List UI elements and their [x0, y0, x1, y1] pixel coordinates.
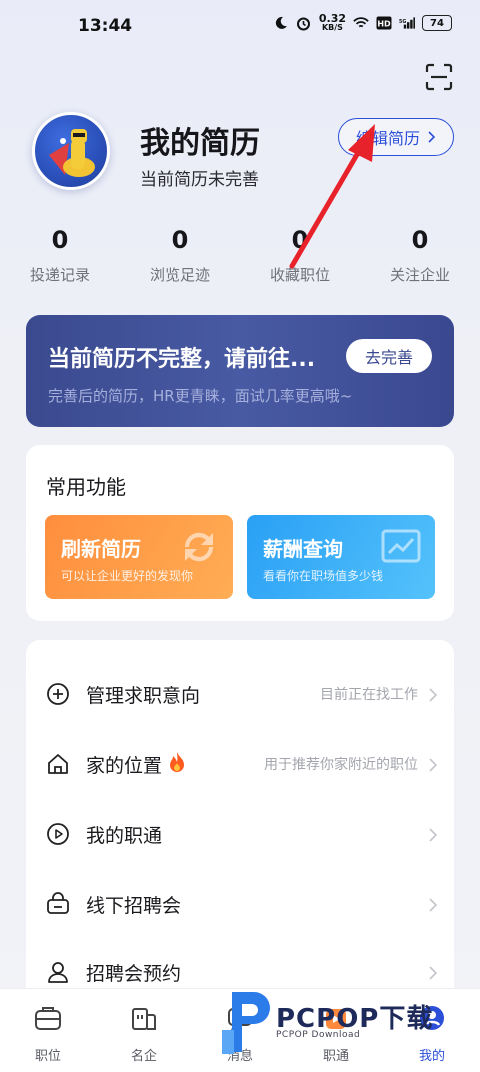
- pcpop-watermark: PCPOP下载 PCPOP Download: [218, 984, 468, 1064]
- stat-label: 投递记录: [29, 266, 90, 284]
- chevron-right-icon: [428, 128, 436, 147]
- edit-resume-button[interactable]: 编辑简历: [338, 118, 454, 156]
- stat-label: 收藏职位: [269, 266, 330, 284]
- svg-text:HD: HD: [377, 20, 391, 29]
- list-item-label: 我的职通: [86, 821, 162, 848]
- chevron-right-icon: [428, 965, 438, 980]
- complete-resume-button[interactable]: 去完善: [346, 339, 432, 373]
- stat-history[interactable]: 0 浏览足迹: [120, 226, 240, 285]
- play-circle-icon: [46, 822, 70, 846]
- salary-query-tile[interactable]: 薪酬查询 看看你在职场值多少钱: [247, 515, 435, 599]
- stat-label: 浏览足迹: [149, 266, 210, 284]
- label-text: 管理求职意向: [86, 684, 201, 707]
- briefcase-icon: [34, 1003, 62, 1033]
- wifi-icon: [353, 15, 369, 31]
- svg-text:5G: 5G: [399, 19, 406, 25]
- battery-icon: 74: [422, 15, 452, 31]
- bag-icon: [46, 892, 70, 916]
- nav-label: 职位: [34, 1049, 61, 1064]
- list-item-label: 线下招聘会: [86, 891, 181, 918]
- common-functions-card: 常用功能 刷新简历 可以让企业更好的发现你 薪酬查询 看看你在职场值多少钱: [26, 445, 454, 621]
- list-item-hint: 用于推荐你家附近的职位: [264, 757, 418, 773]
- avatar[interactable]: [32, 112, 110, 190]
- scan-icon[interactable]: [424, 62, 454, 92]
- section-title: 常用功能: [46, 475, 126, 499]
- home-icon: [46, 752, 70, 776]
- signal-5g-icon: 5G: [399, 15, 415, 31]
- watermark-subtext: PCPOP Download: [276, 1030, 361, 1040]
- refresh-resume-tile[interactable]: 刷新简历 可以让企业更好的发现你: [45, 515, 233, 599]
- list-item-home-location[interactable]: 家的位置 用于推荐你家附近的职位: [26, 734, 454, 794]
- trend-chart-icon: [377, 523, 425, 571]
- person-icon: [46, 960, 70, 984]
- moon-icon: [273, 15, 289, 31]
- stat-value: 0: [291, 226, 309, 254]
- stat-value: 0: [171, 226, 189, 254]
- tile-subtitle: 看看你在职场值多少钱: [263, 569, 384, 583]
- banner-subtitle: 完善后的简历，HR更青睐，面试几率更高哦~: [48, 387, 353, 405]
- stat-label: 关注企业: [389, 266, 450, 284]
- label-text: 线下招聘会: [86, 894, 182, 917]
- stat-favorites[interactable]: 0 收藏职位: [240, 226, 360, 285]
- fire-icon: [168, 751, 186, 778]
- edit-resume-label: 编辑简历: [355, 129, 420, 148]
- complete-resume-banner[interactable]: 当前简历不完整，请前往... 完善后的简历，HR更青睐，面试几率更高哦~ 去完善: [26, 315, 454, 427]
- chevron-right-icon: [428, 687, 438, 702]
- resume-status: 当前简历未完善: [140, 170, 259, 190]
- stat-applications[interactable]: 0 投递记录: [0, 226, 120, 285]
- label-text: 我的职通: [86, 824, 163, 847]
- nav-companies[interactable]: 名企: [96, 989, 192, 1072]
- net-speed-unit: KB/S: [321, 23, 343, 32]
- stats-row: 0 投递记录 0 浏览足迹 0 收藏职位 0 关注企业: [0, 226, 480, 296]
- building-icon: [130, 1003, 158, 1033]
- stat-value: 0: [411, 226, 429, 254]
- chevron-right-icon: [428, 757, 438, 772]
- status-icons: 0.32 KB/S HD 5G 74: [273, 12, 452, 32]
- banner-title: 当前简历不完整，请前往...: [48, 347, 316, 372]
- tile-subtitle: 可以让企业更好的发现你: [61, 569, 194, 583]
- label-text: 招聘会预约: [86, 962, 182, 985]
- stat-followed-companies[interactable]: 0 关注企业: [360, 226, 480, 285]
- list-item-my-zhitong[interactable]: 我的职通: [26, 804, 454, 864]
- page-title: 我的简历: [140, 126, 260, 161]
- tile-title: 薪酬查询: [263, 537, 343, 561]
- pcpop-logo-icon: [222, 992, 270, 1054]
- chevron-right-icon: [428, 827, 438, 842]
- chevron-right-icon: [428, 897, 438, 912]
- status-time: 13:44: [78, 16, 133, 36]
- list-item-hint: 目前正在找工作: [320, 687, 418, 703]
- net-speed-value: 0.32: [318, 12, 346, 25]
- list-item-label: 家的位置: [86, 751, 186, 778]
- nav-jobs[interactable]: 职位: [0, 989, 96, 1072]
- plus-circle-icon: [46, 682, 70, 706]
- tile-title: 刷新简历: [61, 537, 141, 561]
- list-item-job-fair[interactable]: 线下招聘会: [26, 874, 454, 934]
- hd-icon: HD: [376, 15, 392, 31]
- net-speed: 0.32 KB/S: [318, 12, 346, 32]
- alarm-icon: [296, 15, 312, 31]
- refresh-icon: [175, 523, 223, 571]
- label-text: 家的位置: [86, 754, 163, 777]
- list-item-job-intention[interactable]: 管理求职意向 目前正在找工作: [26, 664, 454, 724]
- nav-label: 名企: [130, 1049, 157, 1064]
- menu-list: 管理求职意向 目前正在找工作 家的位置 用于推荐你家附近的职位 我的职通 线下招…: [26, 640, 454, 1000]
- stat-value: 0: [51, 226, 69, 254]
- list-item-label: 管理求职意向: [86, 681, 200, 708]
- list-item-label: 招聘会预约: [86, 959, 181, 986]
- status-bar: 13:44 0.32 KB/S HD 5G 74: [0, 0, 480, 54]
